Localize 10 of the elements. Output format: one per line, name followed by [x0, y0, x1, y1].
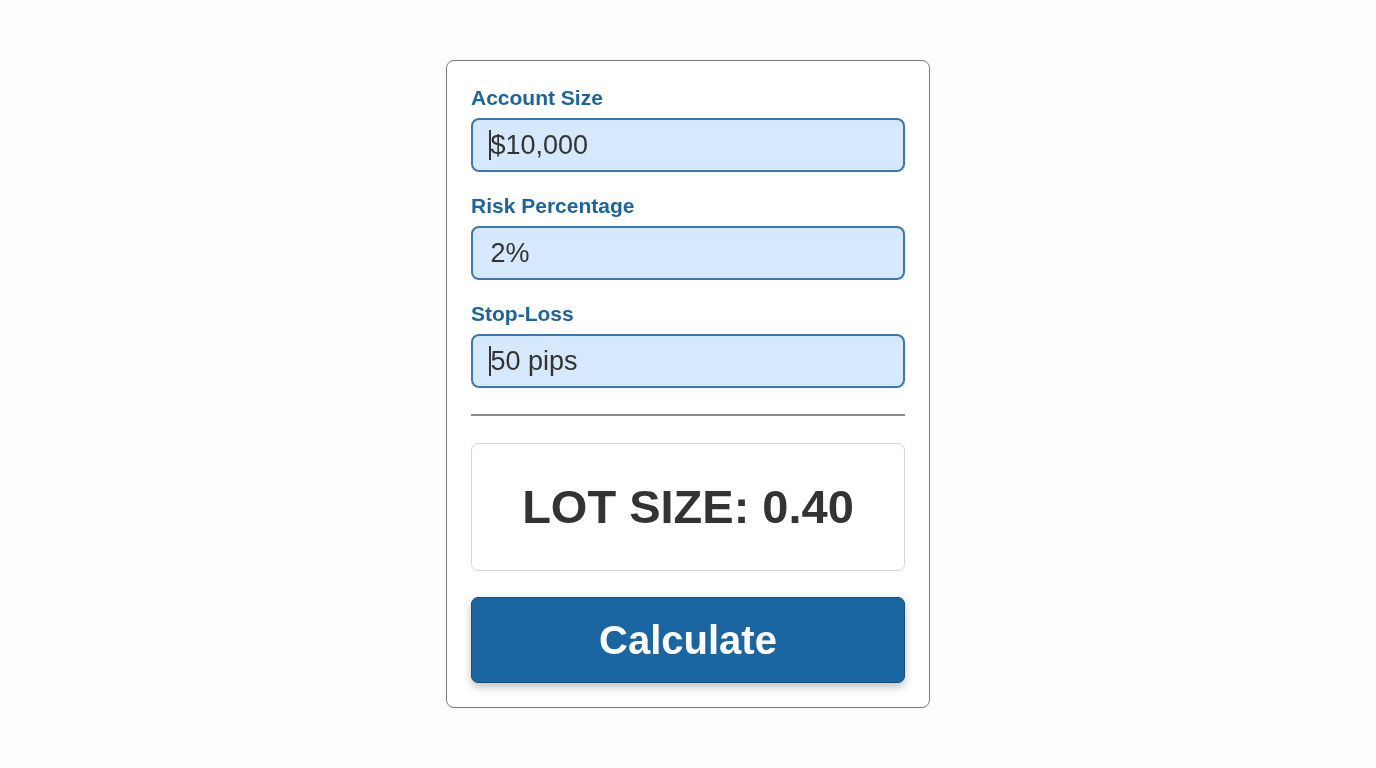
- text-cursor-icon: [489, 130, 491, 160]
- text-cursor-icon: [489, 346, 491, 376]
- field-label: Risk Percentage: [471, 193, 635, 218]
- input-field[interactable]: 2%: [471, 226, 905, 280]
- field-label: Stop-Loss: [471, 301, 574, 326]
- input-field[interactable]: 50 pips: [471, 334, 905, 388]
- input-field[interactable]: $10,000: [471, 118, 905, 172]
- calculate-button[interactable]: Calculate: [471, 597, 905, 683]
- field-label: Account Size: [471, 85, 603, 110]
- lot-size-result: LOT SIZE: 0.40: [471, 443, 905, 571]
